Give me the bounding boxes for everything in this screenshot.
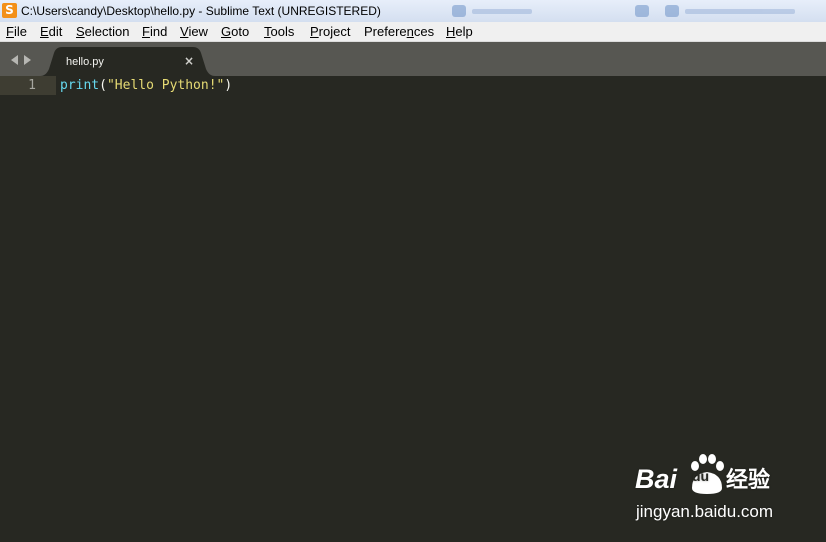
- token-open-paren: (: [99, 78, 107, 93]
- line-gutter: 1: [0, 76, 56, 542]
- tab-hello-py[interactable]: hello.py ×: [40, 47, 215, 76]
- menu-project[interactable]: Project: [310, 24, 350, 39]
- chevron-right-icon[interactable]: [24, 55, 31, 65]
- menu-goto[interactable]: Goto: [221, 24, 249, 39]
- sublime-app-icon[interactable]: S: [2, 3, 17, 18]
- token-string: "Hello Python!": [106, 78, 225, 93]
- tab-bar: hello.py ×: [0, 42, 826, 76]
- code-line[interactable]: print("Hello Python!"): [60, 78, 232, 93]
- menu-edit[interactable]: Edit: [40, 24, 62, 39]
- window-title: C:\Users\candy\Desktop\hello.py - Sublim…: [21, 4, 381, 18]
- line-number: 1: [28, 78, 36, 93]
- watermark-product: 经验: [726, 468, 771, 493]
- watermark-paw-text: du: [692, 468, 710, 484]
- menu-find[interactable]: Find: [142, 24, 167, 39]
- title-bar[interactable]: S C:\Users\candy\Desktop\hello.py - Subl…: [0, 0, 826, 22]
- menu-selection[interactable]: Selection: [76, 24, 129, 39]
- token-close-paren: ): [224, 78, 233, 93]
- baidu-jingyan-watermark: Bai du 经验 jingyan.baidu.com: [632, 452, 802, 524]
- close-icon[interactable]: ×: [183, 54, 195, 68]
- background-window-blur: [410, 0, 826, 22]
- menu-help[interactable]: Help: [446, 24, 473, 39]
- tab-label: hello.py: [66, 56, 104, 68]
- chevron-left-icon[interactable]: [11, 55, 18, 65]
- menu-file[interactable]: File: [6, 24, 27, 39]
- token-function: print: [60, 78, 100, 93]
- watermark-brand: Bai: [635, 464, 678, 494]
- menu-preferences[interactable]: Preferences: [364, 24, 434, 39]
- menu-bar: File Edit Selection Find View Goto Tools…: [0, 22, 826, 42]
- watermark-url: jingyan.baidu.com: [636, 502, 774, 521]
- menu-view[interactable]: View: [180, 24, 208, 39]
- menu-tools[interactable]: Tools: [264, 24, 294, 39]
